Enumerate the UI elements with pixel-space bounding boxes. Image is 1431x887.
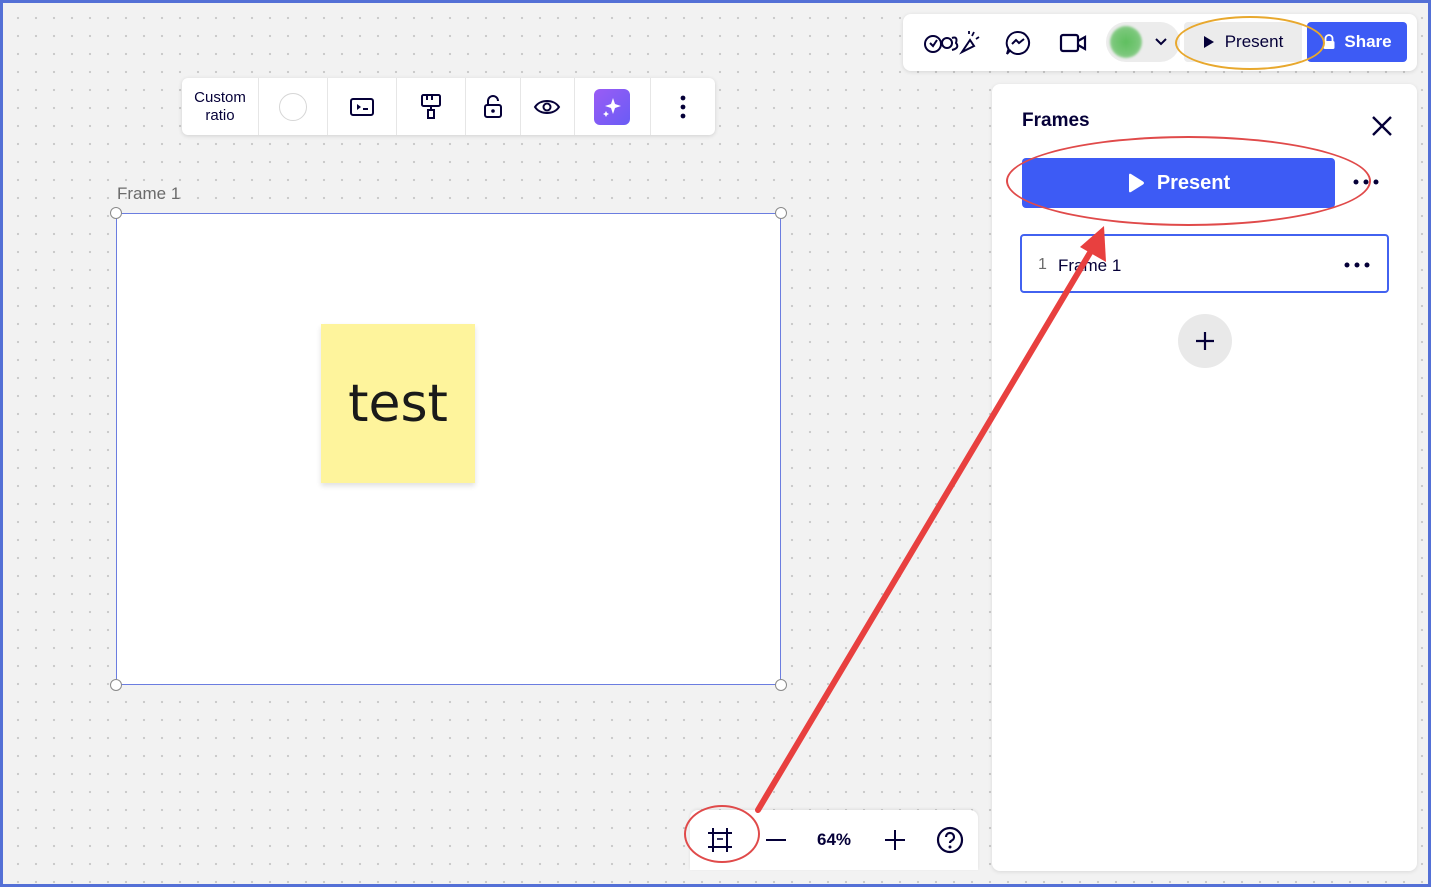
help-icon [936,826,964,854]
zoom-level[interactable]: 64% [802,830,866,850]
ai-assist-button[interactable] [575,78,651,135]
plus-icon [1196,332,1214,350]
present-label-top: Present [1224,32,1284,51]
unlock-icon [483,94,502,118]
frame-item-number: 1 [1038,256,1047,273]
frames-panel-title: Frames [1022,110,1090,131]
color-circle-icon [279,92,308,121]
present-button-top[interactable]: Present [1184,22,1302,62]
eye-icon [534,99,561,114]
more-horizontal-icon [1353,179,1379,185]
zoom-out-button[interactable] [760,824,792,856]
reactions-button[interactable] [921,28,981,58]
play-icon [1203,36,1214,48]
zoom-in-button[interactable] [879,824,911,856]
frame-context-toolbar: Custom ratio [182,78,715,135]
present-label-panel: Present [1156,171,1231,194]
chat-button[interactable] [1003,28,1033,58]
avatar [1110,26,1142,58]
plus-icon [885,830,905,850]
aspect-ratio-button[interactable]: Custom ratio [182,78,259,135]
minus-icon [766,839,786,841]
frames-button[interactable] [704,824,736,856]
lock-button[interactable] [466,78,521,135]
sticky-note[interactable]: test [321,324,475,483]
frame-icon [708,828,732,852]
share-label: Share [1344,32,1392,51]
close-icon [1372,116,1392,136]
chat-icon [1005,30,1031,55]
collaborators-dropdown[interactable] [1106,22,1180,62]
present-options-button[interactable] [1348,170,1384,194]
zoom-toolbar: 64% [690,810,978,870]
slideshow-button[interactable] [328,78,398,135]
frame-color-button[interactable] [259,78,329,135]
slideshow-icon [350,97,375,116]
frame-title[interactable]: Frame 1 [117,184,180,204]
ratio-label-line2: ratio [205,106,235,124]
format-painter-button[interactable] [397,78,467,135]
more-horizontal-icon [1344,262,1370,268]
visibility-button[interactable] [521,78,575,135]
help-button[interactable] [934,824,966,856]
ratio-label-line1: Custom [194,88,246,106]
frame-list-item[interactable]: 1 Frame 1 [1020,234,1389,293]
play-icon [1128,173,1144,193]
resize-handle-top-left[interactable] [110,207,122,219]
frame-item-more-button[interactable] [1339,254,1375,276]
resize-handle-bottom-left[interactable] [110,679,122,691]
reactions-icon [924,31,980,55]
top-toolbar: Present Share [903,14,1417,71]
share-button[interactable]: Share [1307,22,1407,62]
frame-item-name: Frame 1 [1058,256,1122,275]
chevron-down-icon [1155,38,1167,46]
present-button-panel[interactable]: Present [1022,158,1335,208]
resize-handle-top-right[interactable] [775,207,787,219]
paint-roller-icon [421,93,442,119]
resize-handle-bottom-right[interactable] [775,679,787,691]
video-call-button[interactable] [1058,28,1088,58]
ai-sparkle-icon [594,88,631,125]
lock-icon [1323,34,1335,49]
more-vertical-icon [680,95,686,118]
add-frame-button[interactable] [1178,314,1232,368]
frames-panel: Frames Present 1 Frame 1 [992,84,1417,871]
video-camera-icon [1059,33,1087,53]
close-panel-button[interactable] [1364,108,1400,144]
more-options-button[interactable] [651,78,715,135]
